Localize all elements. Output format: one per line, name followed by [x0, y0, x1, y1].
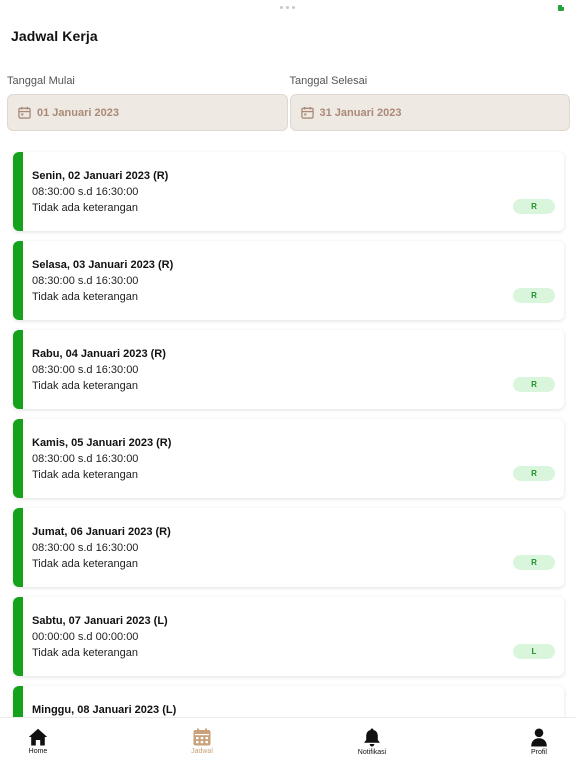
nav-home[interactable]: Home: [8, 728, 68, 755]
nav-jadwal-label: Jadwal: [191, 748, 213, 755]
bottom-navigation: Home Jadwal Notifikasi Profil: [0, 717, 576, 768]
status-bar-indicator: [13, 508, 23, 587]
nav-profil-label: Profil: [531, 749, 547, 756]
shift-badge: R: [513, 555, 555, 570]
schedule-note: Tidak ada keterangan: [32, 647, 138, 659]
status-bar-indicator: [13, 241, 23, 320]
schedule-time: 00:00:00 s.d 00:00:00: [32, 631, 139, 643]
header: Jadwal Kerja: [11, 28, 98, 44]
schedule-day: Kamis, 05 Januari 2023 (R): [32, 437, 172, 449]
status-bar: [0, 0, 576, 16]
date-filter: Tanggal Mulai 01 Januari 2023 Tanggal Se…: [7, 75, 570, 131]
calendar-icon: [193, 728, 211, 746]
schedule-note: Tidak ada keterangan: [32, 291, 138, 303]
schedule-time: 08:30:00 s.d 16:30:00: [32, 453, 139, 465]
status-bar-indicator: [13, 330, 23, 409]
end-date-field[interactable]: 31 Januari 2023: [289, 94, 570, 131]
schedule-time: 08:30:00 s.d 16:30:00: [32, 186, 139, 198]
schedule-day: Senin, 02 Januari 2023 (R): [32, 170, 169, 182]
schedule-day: Minggu, 08 Januari 2023 (L): [32, 704, 177, 716]
status-bar-indicator: [13, 419, 23, 498]
end-date-value: 31 Januari 2023: [319, 106, 402, 119]
nav-home-label: Home: [28, 748, 48, 755]
end-date-group: Tanggal Selesai 31 Januari 2023: [289, 75, 570, 131]
start-date-value: 01 Januari 2023: [37, 106, 119, 119]
battery-icon: [558, 5, 564, 11]
bell-icon: [364, 728, 380, 747]
user-icon: [531, 728, 547, 747]
schedule-day: Selasa, 03 Januari 2023 (R): [32, 259, 174, 271]
schedule-list: Senin, 02 Januari 2023 (R) 08:30:00 s.d …: [13, 152, 564, 768]
schedule-day: Jumat, 06 Januari 2023 (R): [32, 526, 171, 538]
shift-badge: L: [513, 644, 555, 659]
schedule-card[interactable]: Sabtu, 07 Januari 2023 (L) 00:00:00 s.d …: [13, 597, 564, 676]
schedule-day: Rabu, 04 Januari 2023 (R): [32, 348, 166, 360]
nav-profil[interactable]: Profil: [509, 728, 569, 756]
start-date-group: Tanggal Mulai 01 Januari 2023: [7, 75, 288, 131]
nav-jadwal[interactable]: Jadwal: [172, 728, 232, 755]
schedule-note: Tidak ada keterangan: [32, 202, 138, 214]
status-bar-indicator: [13, 152, 23, 231]
schedule-card[interactable]: Rabu, 04 Januari 2023 (R) 08:30:00 s.d 1…: [13, 330, 564, 409]
nav-notifikasi-label: Notifikasi: [357, 749, 387, 756]
schedule-card[interactable]: Senin, 02 Januari 2023 (R) 08:30:00 s.d …: [13, 152, 564, 231]
end-date-label: Tanggal Selesai: [289, 75, 368, 87]
shift-badge: R: [513, 199, 555, 214]
nav-notifikasi[interactable]: Notifikasi: [342, 728, 402, 756]
calendar-icon: [18, 106, 31, 119]
schedule-card[interactable]: Kamis, 05 Januari 2023 (R) 08:30:00 s.d …: [13, 419, 564, 498]
schedule-note: Tidak ada keterangan: [32, 469, 138, 481]
multitasking-dots: [280, 6, 295, 9]
calendar-icon: [300, 106, 314, 119]
start-date-label: Tanggal Mulai: [7, 75, 75, 87]
schedule-time: 08:30:00 s.d 16:30:00: [32, 542, 139, 554]
schedule-card[interactable]: Jumat, 06 Januari 2023 (R) 08:30:00 s.d …: [13, 508, 564, 587]
start-date-field[interactable]: 01 Januari 2023: [7, 94, 288, 131]
page-title: Jadwal Kerja: [11, 28, 98, 44]
shift-badge: R: [513, 377, 555, 392]
shift-badge: R: [513, 466, 555, 481]
shift-badge: R: [513, 288, 555, 303]
schedule-day: Sabtu, 07 Januari 2023 (L): [32, 615, 168, 627]
schedule-note: Tidak ada keterangan: [32, 558, 138, 570]
status-bar-indicator: [13, 597, 23, 676]
schedule-time: 08:30:00 s.d 16:30:00: [32, 275, 139, 287]
home-icon: [28, 728, 48, 746]
schedule-time: 08:30:00 s.d 16:30:00: [32, 364, 139, 376]
schedule-note: Tidak ada keterangan: [32, 380, 138, 392]
schedule-card[interactable]: Selasa, 03 Januari 2023 (R) 08:30:00 s.d…: [13, 241, 564, 320]
